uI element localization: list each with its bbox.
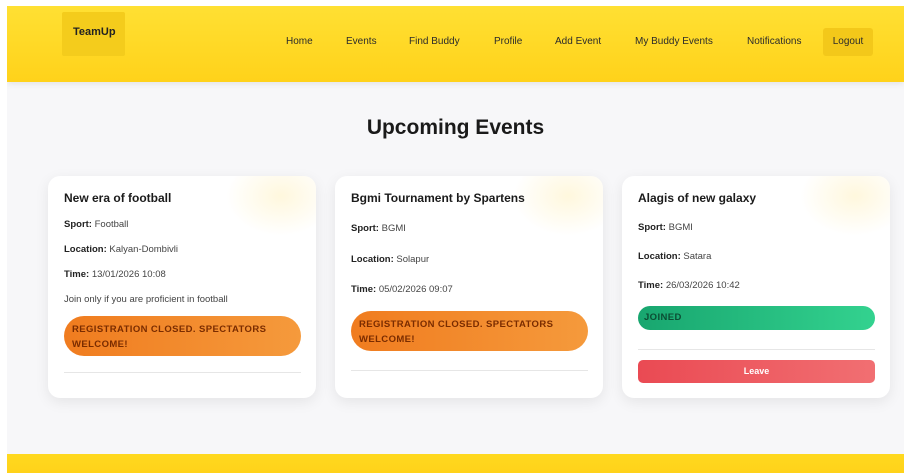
nav-notifications-link[interactable]: Notifications bbox=[747, 36, 801, 47]
app-frame: TeamUp Home Events Find Buddy Profile Ad… bbox=[7, 6, 904, 473]
nav-find-buddy-link[interactable]: Find Buddy bbox=[409, 36, 460, 47]
event-description: Join only if you are proficient in footb… bbox=[64, 294, 228, 305]
event-sport: Sport: BGMI bbox=[351, 223, 406, 234]
event-sport: Sport: BGMI bbox=[638, 222, 693, 233]
logout-button[interactable]: Logout bbox=[823, 28, 873, 56]
nav-add-event-link[interactable]: Add Event bbox=[555, 36, 601, 47]
event-time: Time: 26/03/2026 10:42 bbox=[638, 280, 740, 291]
event-card: Alagis of new galaxy Sport: BGMI Locatio… bbox=[622, 176, 890, 398]
nav-home-link[interactable]: Home bbox=[286, 36, 313, 47]
card-divider bbox=[64, 372, 301, 373]
card-divider bbox=[351, 370, 588, 371]
registration-closed-badge: REGISTRATION CLOSED. SPECTATORS WELCOME! bbox=[64, 316, 301, 356]
event-title: New era of football bbox=[64, 191, 172, 205]
event-card: Bgmi Tournament by Spartens Sport: BGMI … bbox=[335, 176, 603, 398]
event-card: New era of football Sport: Football Loca… bbox=[48, 176, 316, 398]
leave-button[interactable]: Leave bbox=[638, 360, 875, 383]
event-time: Time: 13/01/2026 10:08 bbox=[64, 269, 166, 280]
event-location: Location: Kalyan-Dombivli bbox=[64, 244, 179, 255]
event-title: Bgmi Tournament by Spartens bbox=[351, 191, 525, 205]
card-divider bbox=[638, 349, 875, 350]
event-time: Time: 05/02/2026 09:07 bbox=[351, 284, 453, 295]
brand-logo[interactable]: TeamUp bbox=[62, 12, 125, 56]
registration-closed-badge: REGISTRATION CLOSED. SPECTATORS WELCOME! bbox=[351, 311, 588, 351]
nav-profile-link[interactable]: Profile bbox=[494, 36, 522, 47]
nav-my-buddy-events-link[interactable]: My Buddy Events bbox=[635, 36, 713, 47]
event-location: Location: Satara bbox=[638, 251, 712, 262]
event-location: Location: Solapur bbox=[351, 254, 430, 265]
footer-bar bbox=[7, 454, 904, 473]
page-title: Upcoming Events bbox=[366, 116, 545, 139]
event-title: Alagis of new galaxy bbox=[638, 191, 757, 205]
navbar: TeamUp Home Events Find Buddy Profile Ad… bbox=[7, 6, 904, 82]
joined-badge: JOINED bbox=[638, 306, 875, 330]
event-sport: Sport: Football bbox=[64, 219, 129, 230]
nav-events-link[interactable]: Events bbox=[346, 36, 377, 47]
